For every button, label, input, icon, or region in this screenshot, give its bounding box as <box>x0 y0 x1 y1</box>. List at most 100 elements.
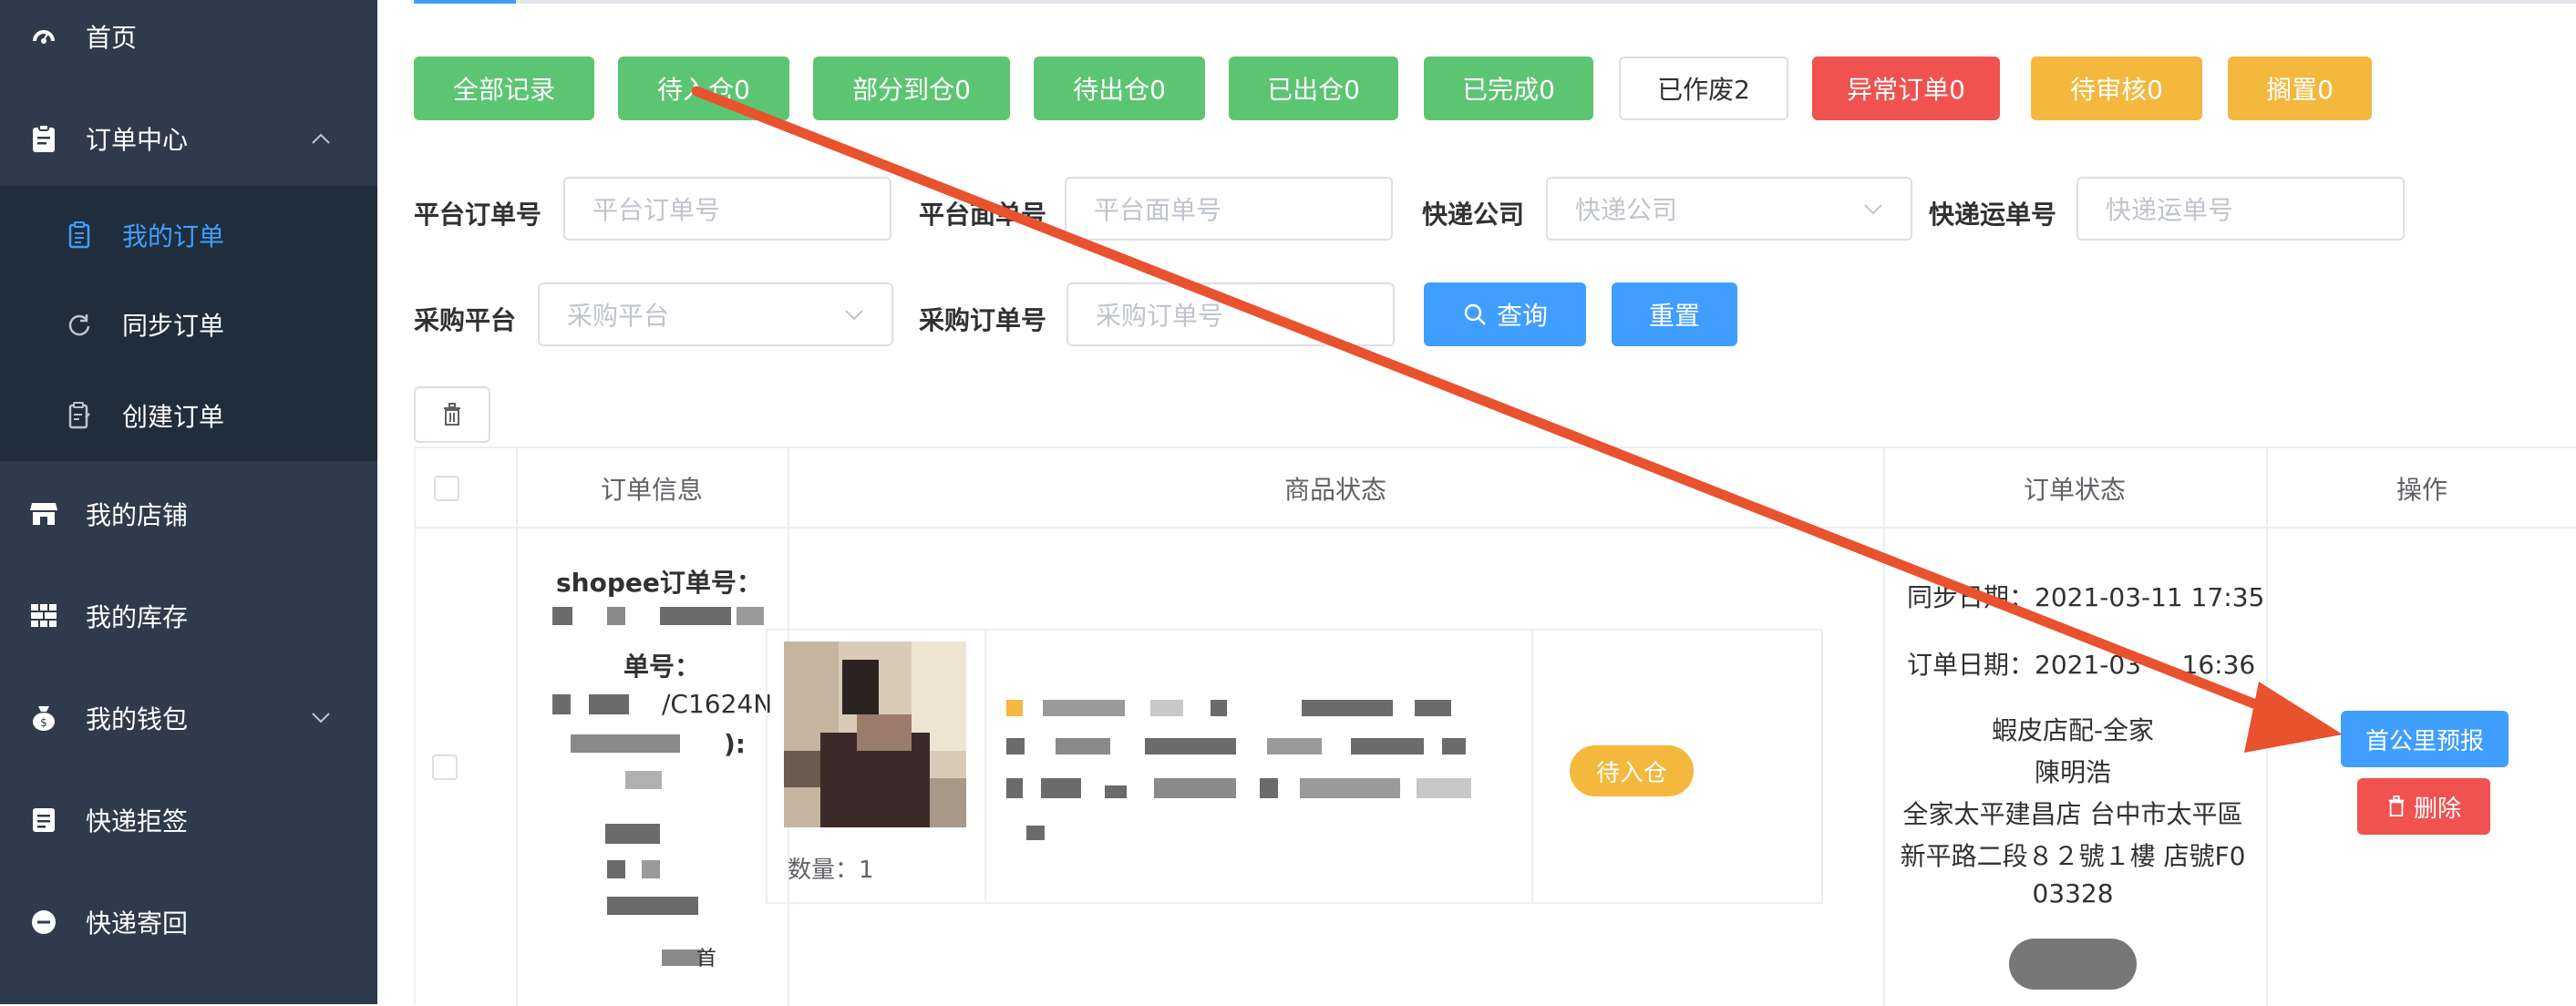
row-checkbox[interactable] <box>432 754 458 780</box>
platform-sheet-input[interactable]: 平台面单号 <box>1065 177 1393 241</box>
filter-on-hold-button[interactable]: 搁置0 <box>2228 56 2372 120</box>
redacted-text <box>660 607 731 625</box>
wallet-icon: $ <box>27 702 60 734</box>
tail-partial: 首 <box>696 948 717 970</box>
sidebar-item-sync-orders[interactable]: 同步订单 <box>0 288 377 361</box>
sidebar: 首页 订单中心 我的订单 同步订单 创建订单 我的店铺 我的库存 $ 我的钱包 … <box>0 0 377 1004</box>
sync-date-value: 2021-03-11 17:35 <box>2035 582 2265 612</box>
redacted-text <box>589 694 629 714</box>
tracking-label: 快递运单号 <box>1929 200 2057 230</box>
redacted-title <box>1026 826 1045 840</box>
sidebar-item-my-inventory[interactable]: 我的库存 <box>0 580 377 652</box>
trash-icon <box>2388 796 2405 816</box>
inventory-icon <box>27 600 60 632</box>
redacted-text <box>607 607 625 625</box>
sidebar-item-label: 我的店铺 <box>86 500 189 530</box>
redacted-text <box>607 860 625 878</box>
batch-delete-button[interactable] <box>414 386 490 443</box>
platform-order-placeholder: 平台订单号 <box>592 195 721 225</box>
redacted-text <box>552 694 571 714</box>
redacted-text <box>607 897 698 915</box>
store-icon <box>27 498 60 530</box>
purchase-order-placeholder: 采购订单号 <box>1096 301 1224 331</box>
sidebar-item-order-center[interactable]: 订单中心 <box>0 102 377 175</box>
redacted-text <box>625 771 662 789</box>
filter-all-records-button[interactable]: 全部记录 <box>414 56 594 120</box>
redacted-title <box>1415 700 1451 716</box>
paren-partial: ): <box>724 729 746 759</box>
select-all-checkbox[interactable] <box>434 476 459 501</box>
purchase-platform-label: 采购平台 <box>414 305 517 335</box>
chevron-down-icon <box>304 702 337 734</box>
address-line: 03328 <box>2032 878 2114 908</box>
filter-pending-inbound-button[interactable]: 待入仓0 <box>618 56 789 120</box>
purchase-order-label: 采购订单号 <box>919 305 1047 335</box>
filter-completed-button[interactable]: 已完成0 <box>1424 56 1593 120</box>
redacted-title <box>1211 700 1227 716</box>
quantity-label: 数量： <box>788 857 860 884</box>
chevron-down-icon <box>845 310 863 321</box>
return-icon <box>27 906 60 939</box>
courier-select[interactable]: 快递公司 <box>1546 177 1912 241</box>
first-mile-forecast-button[interactable]: 首公里预报 <box>2341 711 2509 767</box>
redacted-text <box>552 607 572 625</box>
address-line: 新平路二段８２號１樓 店號F0 <box>1900 841 2246 871</box>
sidebar-item-label: 快递拒签 <box>86 806 189 837</box>
header-order-info: 订单信息 <box>600 475 703 505</box>
order-date-label: 订单日期： <box>1907 650 2035 680</box>
main-content: 全部记录 待入仓0 部分到仓0 待出仓0 已出仓0 已完成0 已作废2 异常订单… <box>377 0 2576 1006</box>
platform-order-input[interactable]: 平台订单号 <box>563 177 891 241</box>
purchase-platform-select[interactable]: 采购平台 <box>538 282 893 346</box>
sidebar-item-express-return[interactable]: 快递寄回 <box>0 886 377 959</box>
redacted-title <box>1041 778 1081 798</box>
sidebar-item-my-store[interactable]: 我的店铺 <box>0 477 377 550</box>
redacted-title <box>1006 778 1023 798</box>
platform-sheet-label: 平台面单号 <box>919 200 1047 230</box>
redacted-text <box>642 860 660 878</box>
redacted-title <box>1300 778 1400 798</box>
tab-active-indicator <box>414 0 516 4</box>
product-thumbnail <box>784 642 966 827</box>
sidebar-item-label: 创建订单 <box>122 402 225 432</box>
redacted-text <box>2009 939 2137 990</box>
query-button[interactable]: 查询 <box>1424 282 1586 346</box>
goods-item: 数量：1 待入仓 <box>766 629 1823 904</box>
order-date-value: 2021-03 <box>2035 650 2142 680</box>
sidebar-item-my-orders[interactable]: 我的订单 <box>0 199 377 272</box>
sidebar-item-express-reject[interactable]: 快递拒签 <box>0 784 377 857</box>
redacted-title <box>1351 738 1424 754</box>
filter-abnormal-button[interactable]: 异常订单0 <box>1812 56 2000 120</box>
sync-icon <box>64 309 95 340</box>
dashboard-icon <box>27 20 60 53</box>
filter-pending-review-button[interactable]: 待审核0 <box>2031 56 2202 120</box>
courier-label: 快递公司 <box>1422 200 1525 230</box>
sidebar-item-my-wallet[interactable]: $ 我的钱包 <box>0 682 377 754</box>
filter-voided-button[interactable]: 已作废2 <box>1619 56 1788 120</box>
filter-shipped-button[interactable]: 已出仓0 <box>1229 56 1398 120</box>
delete-button[interactable]: 删除 <box>2357 778 2490 835</box>
search-icon <box>1464 303 1486 325</box>
sync-date-label: 同步日期： <box>1907 582 2035 612</box>
purchase-order-input[interactable]: 采购订单号 <box>1066 282 1395 346</box>
sidebar-item-home[interactable]: 首页 <box>0 0 377 73</box>
sidebar-item-label: 快递寄回 <box>86 908 189 939</box>
reject-icon <box>27 804 60 837</box>
filter-partial-arrival-button[interactable]: 部分到仓0 <box>813 56 1010 120</box>
document-icon <box>64 220 95 251</box>
quantity-value: 1 <box>859 857 874 884</box>
goods-status-badge: 待入仓 <box>1570 745 1694 796</box>
sidebar-item-create-order[interactable]: 创建订单 <box>0 379 377 452</box>
trash-icon <box>444 403 460 426</box>
redacted-title <box>1442 738 1466 754</box>
filter-pending-outbound-button[interactable]: 待出仓0 <box>1034 56 1205 120</box>
redacted-title <box>1006 700 1023 716</box>
reset-button[interactable]: 重置 <box>1612 282 1737 346</box>
shopee-order-label: shopee订单号： <box>556 568 762 598</box>
redacted-title <box>1043 700 1125 716</box>
order-date-time: 16:36 <box>2181 650 2256 680</box>
create-icon <box>64 400 95 431</box>
sync-date: 同步日期：2021-03-11 17:35 <box>1907 578 2264 614</box>
tracking-input[interactable]: 快递运单号 <box>2076 177 2405 241</box>
sidebar-item-label: 我的订单 <box>122 221 225 252</box>
sidebar-item-label: 我的钱包 <box>86 704 189 734</box>
